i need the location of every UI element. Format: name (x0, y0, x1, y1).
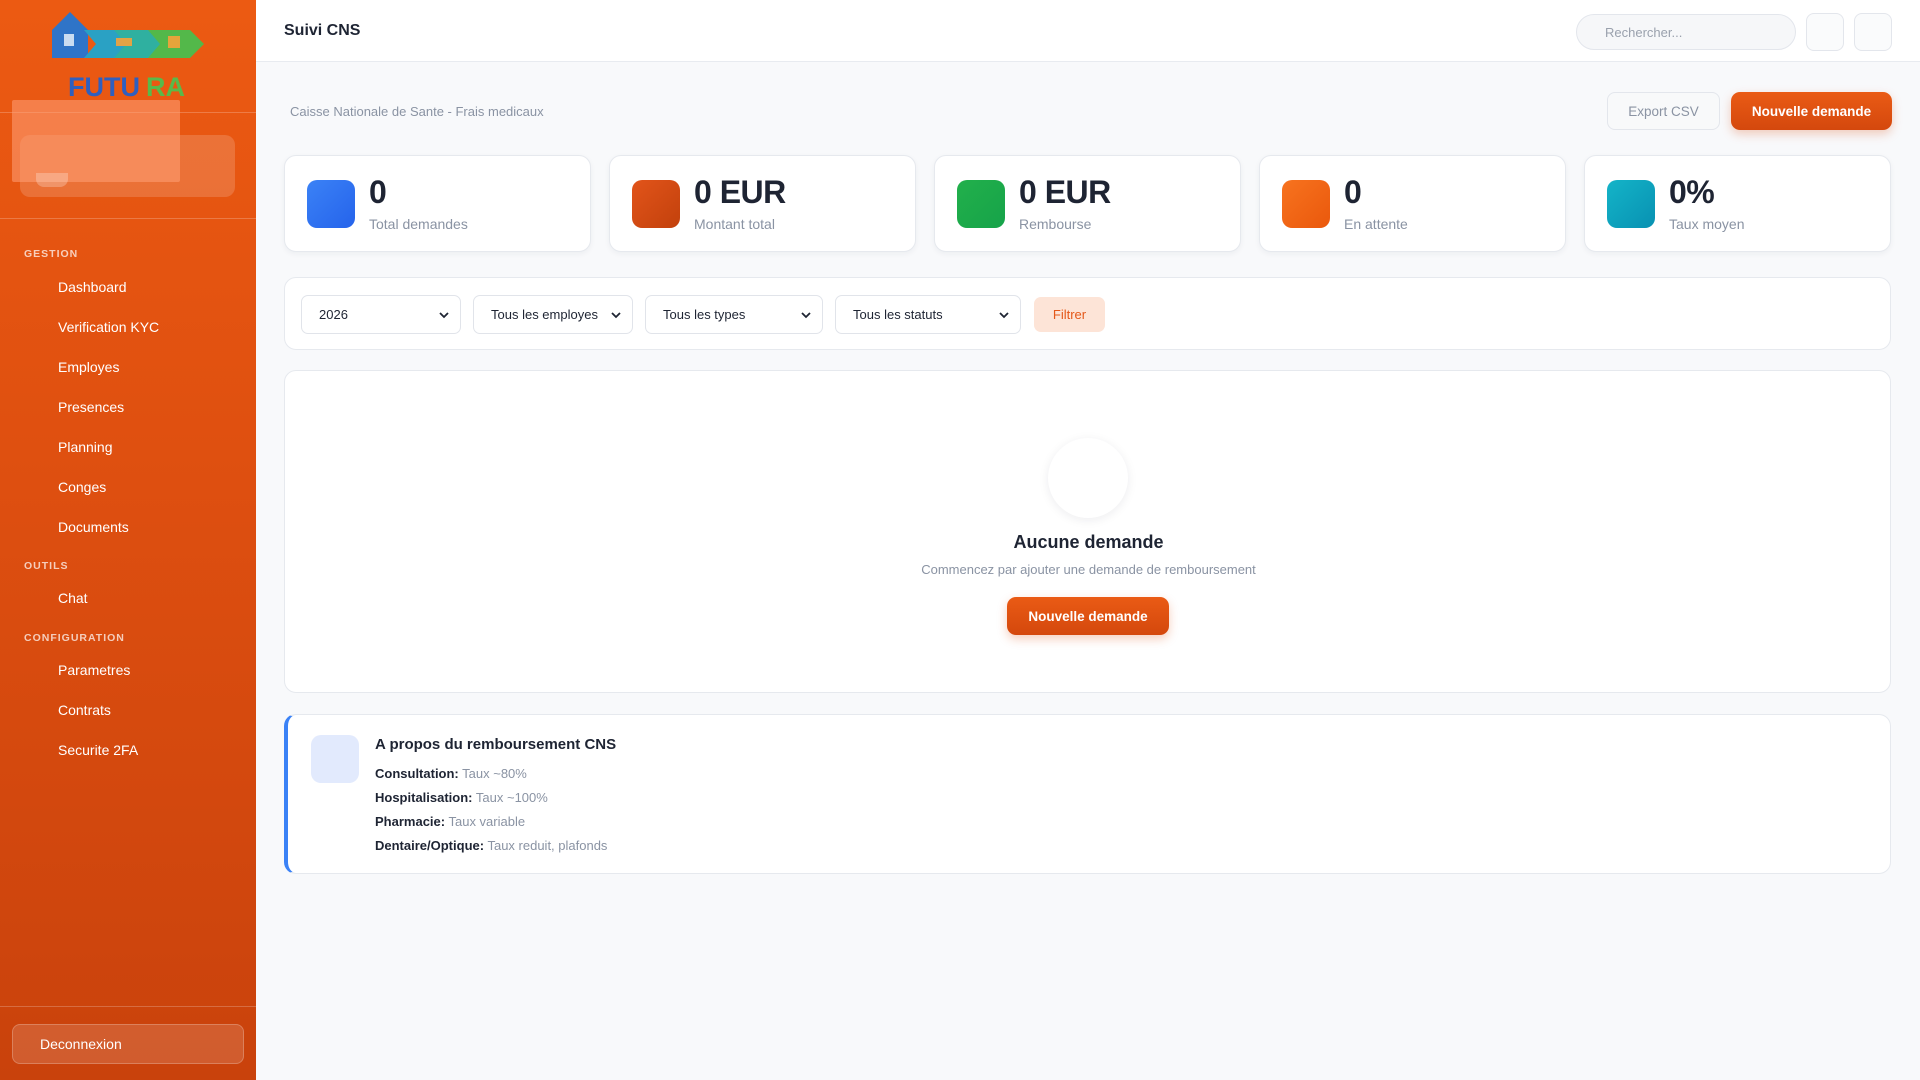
info-line: Pharmacie: Taux variable (375, 814, 525, 829)
check-icon (957, 180, 1005, 228)
info-line-value: Taux reduit, plafonds (487, 838, 608, 853)
info-title: A propos du remboursement CNS (375, 736, 617, 753)
filter-bar: 2026 Tous les employes Tous les types To… (284, 277, 1891, 350)
empty-state-title: Aucune demande (1013, 532, 1164, 552)
sidebar-item-employes[interactable]: Employes (20, 350, 236, 384)
clock-icon (1282, 180, 1330, 228)
empty-state-subtitle: Commencez par ajouter une demande de rem… (921, 562, 1256, 577)
empty-new-request-button[interactable]: Nouvelle demande (1007, 597, 1169, 635)
info-line: Hospitalisation: Taux ~100% (375, 790, 548, 805)
filter-button[interactable]: Filtrer (1034, 297, 1105, 332)
sidebar-item-conges[interactable]: Conges (20, 470, 236, 504)
status-select-value: Tous les statuts (853, 307, 943, 322)
empty-state-card: Aucune demande Commencez par ajouter une… (284, 370, 1891, 693)
year-select[interactable]: 2026 (301, 295, 461, 334)
sidebar-item-planning[interactable]: Planning (20, 430, 236, 464)
sidebar-item-label: Conges (58, 479, 107, 495)
info-line-key: Hospitalisation: (375, 790, 473, 805)
sidebar-item-label: Chat (58, 590, 88, 606)
stat-value: 0% (1669, 174, 1715, 210)
stat-card-montant-total: 0 EUR Montant total (609, 155, 916, 252)
stat-label: Rembourse (1019, 216, 1092, 232)
sidebar: FUTU RA GESTION Dashboard Verification K… (0, 0, 256, 1080)
empty-state-icon (1048, 438, 1128, 518)
avatar (36, 173, 68, 187)
info-line-key: Consultation: (375, 766, 459, 781)
stat-label: Montant total (694, 216, 775, 232)
page-subtitle: Caisse Nationale de Sante - Frais medica… (290, 104, 544, 119)
topbar: Suivi CNS (256, 0, 1920, 62)
sidebar-item-contrats[interactable]: Contrats (20, 693, 236, 727)
sidebar-item-label: Planning (58, 439, 113, 455)
sidebar-item-presences[interactable]: Presences (20, 390, 236, 424)
stat-label: Total demandes (369, 216, 468, 232)
sidebar-item-label: Dashboard (58, 279, 127, 295)
info-line-key: Dentaire/Optique: (375, 838, 485, 853)
svg-text:RA: RA (146, 72, 185, 102)
info-line-key: Pharmacie: (375, 814, 446, 829)
stat-label: En attente (1344, 216, 1408, 232)
info-line: Dentaire/Optique: Taux reduit, plafonds (375, 838, 607, 853)
export-csv-button[interactable]: Export CSV (1607, 92, 1720, 130)
sidebar-item-securite-2fa[interactable]: Securite 2FA (20, 733, 236, 767)
status-select[interactable]: Tous les statuts (835, 295, 1021, 334)
stat-card-en-attente: 0 En attente (1259, 155, 1566, 252)
info-line-value: Taux ~100% (475, 790, 548, 805)
stat-card-rembourse: 0 EUR Rembourse (934, 155, 1241, 252)
notification-icon[interactable] (1806, 13, 1844, 51)
money-icon (632, 180, 680, 228)
employee-select[interactable]: Tous les employes (473, 295, 633, 334)
sidebar-item-documents[interactable]: Documents (20, 510, 236, 544)
sidebar-item-parametres[interactable]: Parametres (20, 653, 236, 687)
info-icon (311, 735, 359, 783)
chevron-down-icon (801, 312, 811, 319)
sidebar-item-label: Contrats (58, 702, 111, 718)
chevron-down-icon (999, 312, 1009, 319)
user-info-redacted (12, 100, 180, 182)
section-label-outils: OUTILS (24, 560, 69, 572)
type-select[interactable]: Tous les types (645, 295, 823, 334)
sidebar-item-label: Securite 2FA (58, 742, 139, 758)
stat-value: 0 (1344, 174, 1362, 210)
logout-button[interactable]: Deconnexion (12, 1024, 244, 1064)
new-request-button[interactable]: Nouvelle demande (1731, 92, 1892, 130)
stat-card-taux-moyen: 0% Taux moyen (1584, 155, 1891, 252)
chevron-down-icon (439, 312, 449, 319)
type-select-value: Tous les types (663, 307, 746, 322)
stat-label: Taux moyen (1669, 216, 1745, 232)
document-icon (307, 180, 355, 228)
page-title: Suivi CNS (284, 22, 361, 39)
section-label-gestion: GESTION (24, 248, 79, 260)
stat-card-total-demandes: 0 Total demandes (284, 155, 591, 252)
sidebar-item-label: Verification KYC (58, 319, 160, 335)
info-line: Consultation: Taux ~80% (375, 766, 527, 781)
futura-logo: FUTU RA (52, 12, 204, 102)
percent-icon (1607, 180, 1655, 228)
sidebar-divider (0, 218, 256, 219)
sidebar-item-chat[interactable]: Chat (20, 581, 236, 615)
employee-select-value: Tous les employes (491, 307, 598, 322)
chevron-down-icon (611, 312, 621, 319)
sidebar-item-label: Parametres (58, 662, 131, 678)
sidebar-item-label: Presences (58, 399, 125, 415)
info-line-value: Taux ~80% (462, 766, 527, 781)
sidebar-item-dashboard[interactable]: Dashboard (20, 270, 236, 304)
search-input[interactable] (1576, 14, 1796, 50)
year-select-value: 2026 (319, 307, 348, 322)
user-menu-icon[interactable] (1854, 13, 1892, 51)
cns-info-card: A propos du remboursement CNS Consultati… (284, 714, 1891, 874)
sidebar-item-verification-kyc[interactable]: Verification KYC (20, 310, 236, 344)
stat-value: 0 (369, 174, 387, 210)
stat-value: 0 EUR (1019, 174, 1111, 210)
sidebar-item-label: Documents (58, 519, 129, 535)
section-label-configuration: CONFIGURATION (24, 632, 125, 644)
stat-value: 0 EUR (694, 174, 786, 210)
info-line-value: Taux variable (448, 814, 526, 829)
svg-text:FUTU: FUTU (68, 72, 140, 102)
sidebar-item-label: Employes (58, 359, 120, 375)
sidebar-divider (0, 1006, 256, 1007)
